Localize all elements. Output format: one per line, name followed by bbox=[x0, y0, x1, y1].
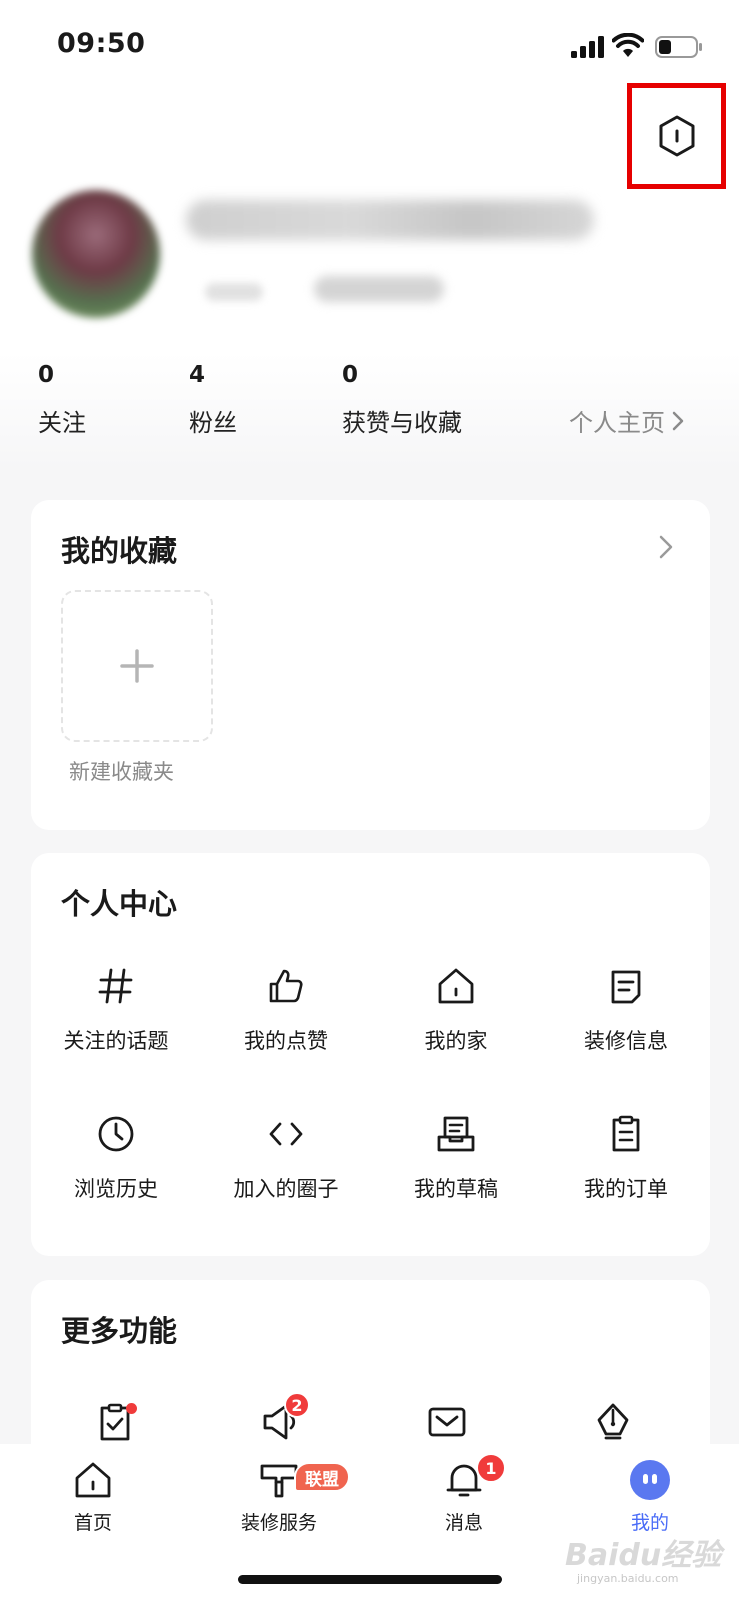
task-checklist-button[interactable] bbox=[93, 1400, 141, 1448]
clock-icon bbox=[98, 1116, 134, 1152]
more-functions-title: 更多功能 bbox=[61, 1314, 178, 1348]
tab-home[interactable]: 首页 bbox=[33, 1458, 153, 1535]
followers-count[interactable]: 4 bbox=[189, 362, 205, 388]
watermark-url: jingyan.baidu.com bbox=[577, 1572, 679, 1585]
messages-count-badge: 1 bbox=[476, 1453, 506, 1483]
browse-history-label: 浏览历史 bbox=[74, 1177, 158, 1201]
favorites-chevron-icon[interactable] bbox=[658, 534, 674, 560]
clipboard-icon bbox=[612, 1115, 640, 1152]
wifi-icon bbox=[612, 33, 644, 57]
home-indicator[interactable] bbox=[238, 1575, 502, 1584]
creator-pen-button[interactable] bbox=[591, 1400, 639, 1448]
new-folder-label: 新建收藏夹 bbox=[69, 760, 174, 784]
tab-me[interactable]: 我的 bbox=[590, 1458, 710, 1535]
settings-hexagon-icon bbox=[659, 115, 694, 157]
status-time: 09:50 bbox=[57, 28, 146, 59]
likes-favorites-label[interactable]: 获赞与收藏 bbox=[342, 403, 462, 438]
house-icon bbox=[438, 968, 474, 1004]
mail-button[interactable] bbox=[425, 1400, 473, 1448]
home-tab-icon bbox=[75, 1462, 111, 1498]
my-home-item[interactable]: 我的家 bbox=[371, 965, 541, 1055]
my-drafts-item[interactable]: 我的草稿 bbox=[371, 1113, 541, 1203]
my-likes-label: 我的点赞 bbox=[244, 1029, 328, 1053]
joined-circles-label: 加入的圈子 bbox=[233, 1177, 339, 1201]
hash-icon bbox=[98, 968, 133, 1004]
decoration-info-label: 装修信息 bbox=[584, 1029, 668, 1053]
likes-favorites-count[interactable]: 0 bbox=[342, 362, 358, 388]
favorites-card: 我的收藏 新建收藏夹 bbox=[31, 500, 710, 830]
personal-center-title: 个人中心 bbox=[61, 887, 178, 921]
username-blurred bbox=[186, 200, 594, 240]
my-orders-item[interactable]: 我的订单 bbox=[541, 1113, 711, 1203]
me-face-icon bbox=[630, 1460, 670, 1500]
joined-circles-item[interactable]: 加入的圈子 bbox=[201, 1113, 371, 1203]
followed-topics-label: 关注的话题 bbox=[63, 1029, 169, 1053]
decoration-info-item[interactable]: 装修信息 bbox=[541, 965, 711, 1055]
my-orders-label: 我的订单 bbox=[584, 1177, 668, 1201]
following-label[interactable]: 关注 bbox=[38, 403, 86, 438]
avatar[interactable] bbox=[32, 190, 160, 318]
thumbs-up-icon bbox=[269, 969, 303, 1003]
announcements-count-badge: 2 bbox=[284, 1392, 310, 1418]
personal-center-card: 个人中心 关注的话题 我的点赞 我的家 装修信息 浏览历史 加入的圈子 我的草稿… bbox=[31, 853, 710, 1256]
announcements-button[interactable]: 2 bbox=[259, 1392, 310, 1448]
alliance-badge: 联盟 bbox=[294, 1462, 350, 1492]
profile-subinfo-blurred bbox=[205, 283, 263, 301]
settings-button[interactable] bbox=[627, 83, 726, 189]
chevron-right-icon bbox=[672, 411, 684, 430]
browse-history-item[interactable]: 浏览历史 bbox=[31, 1113, 201, 1203]
envelope-icon bbox=[428, 1407, 466, 1437]
notification-dot bbox=[126, 1403, 137, 1414]
my-drafts-label: 我的草稿 bbox=[414, 1177, 498, 1201]
tab-messages-label: 消息 bbox=[444, 1512, 483, 1534]
watermark-logo: Baidu经验 bbox=[565, 1538, 722, 1573]
personal-homepage-label: 个人主页 bbox=[569, 409, 665, 437]
personal-homepage-link[interactable]: 个人主页 bbox=[569, 403, 685, 438]
pen-nib-icon bbox=[597, 1403, 629, 1440]
battery-icon bbox=[655, 36, 702, 58]
following-count[interactable]: 0 bbox=[38, 362, 54, 388]
document-icon bbox=[611, 970, 641, 1004]
followers-label[interactable]: 粉丝 bbox=[189, 403, 237, 438]
plus-icon bbox=[120, 649, 154, 683]
profile-tag-blurred bbox=[314, 276, 444, 302]
tab-decoration-services-label: 装修服务 bbox=[240, 1512, 317, 1534]
draft-tray-icon bbox=[437, 1116, 475, 1152]
my-likes-item[interactable]: 我的点赞 bbox=[201, 965, 371, 1055]
new-folder-button[interactable] bbox=[61, 590, 213, 742]
favorites-title: 我的收藏 bbox=[61, 534, 178, 568]
code-brackets-icon bbox=[269, 1122, 303, 1146]
followed-topics-item[interactable]: 关注的话题 bbox=[31, 965, 201, 1055]
cellular-signal-icon bbox=[571, 36, 604, 58]
tab-messages[interactable]: 消息 bbox=[404, 1458, 524, 1535]
my-home-label: 我的家 bbox=[424, 1029, 488, 1053]
tab-home-label: 首页 bbox=[73, 1512, 112, 1534]
